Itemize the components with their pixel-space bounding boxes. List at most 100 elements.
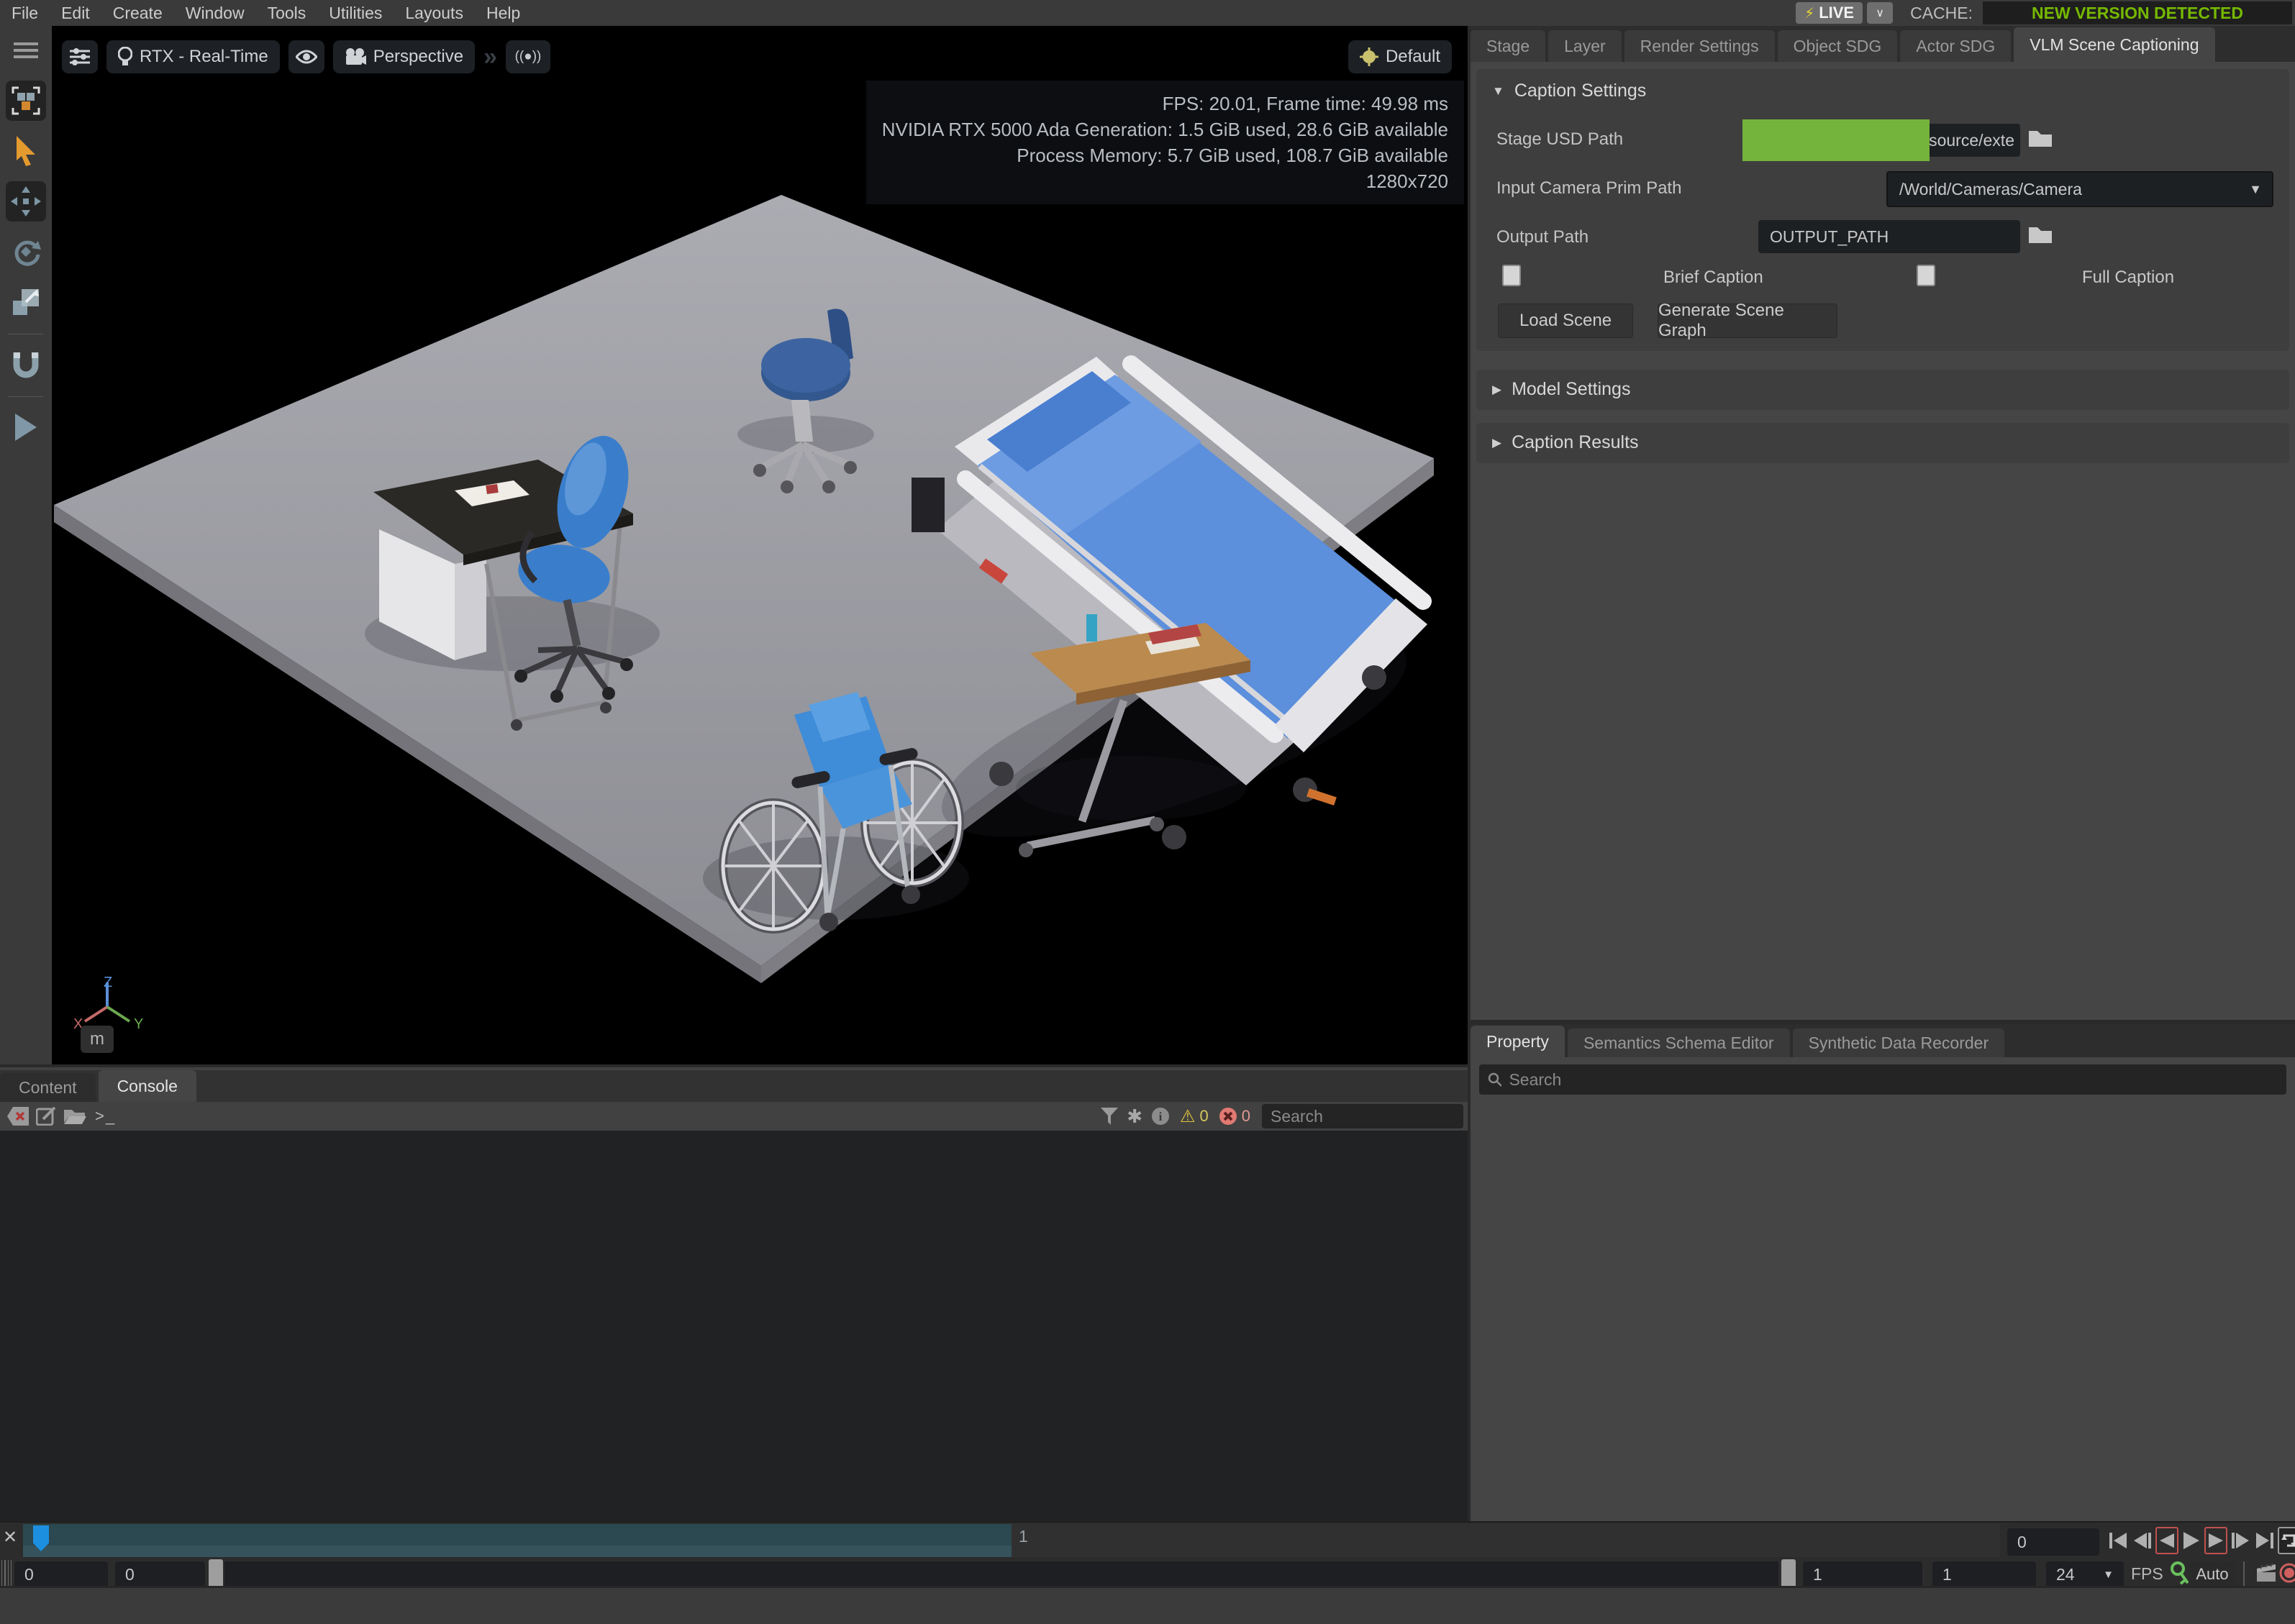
- eye-icon: [296, 50, 317, 64]
- console-output[interactable]: [0, 1131, 1468, 1521]
- open-log-folder-button[interactable]: [63, 1107, 86, 1126]
- menu-layouts[interactable]: Layouts: [394, 4, 475, 23]
- range-end-field[interactable]: 1: [1932, 1561, 2036, 1587]
- menu-create[interactable]: Create: [101, 4, 174, 23]
- range-slider-left-handle[interactable]: [209, 1559, 223, 1589]
- tab-stage[interactable]: Stage: [1471, 30, 1545, 62]
- caption-settings-header[interactable]: ▼ Caption Settings: [1476, 69, 2289, 101]
- dropdown-arrow-icon: ▼: [2103, 1569, 2114, 1581]
- live-sync-button[interactable]: ⚡ LIVE: [1796, 2, 1863, 24]
- stats-memory: Process Memory: 5.7 GiB used, 108.7 GiB …: [882, 142, 1448, 168]
- stage-usd-path-value: /source/exte: [1924, 131, 2014, 150]
- property-search-input[interactable]: [1509, 1070, 2278, 1090]
- brief-caption-label: Brief Caption: [1663, 268, 1763, 288]
- playback-end-field[interactable]: 1: [1803, 1561, 1922, 1587]
- timeline-close-button[interactable]: ✕: [3, 1527, 17, 1548]
- toolbar-overflow-chevron[interactable]: »: [483, 43, 497, 71]
- brief-caption-checkbox[interactable]: [1502, 265, 1521, 286]
- rotate-tool-button[interactable]: [6, 232, 46, 272]
- renderer-selector[interactable]: RTX - Real-Time: [106, 40, 280, 73]
- camera-selector[interactable]: Perspective: [333, 40, 475, 73]
- tab-synthetic-data-recorder[interactable]: Synthetic Data Recorder: [1793, 1028, 2005, 1057]
- capture-signal-button[interactable]: ((●)): [506, 40, 550, 73]
- tab-semantics-schema-editor[interactable]: Semantics Schema Editor: [1568, 1028, 1790, 1057]
- console-search[interactable]: [1262, 1104, 1463, 1128]
- menu-tools[interactable]: Tools: [256, 4, 318, 23]
- verbose-filter-icon[interactable]: ✱: [1127, 1105, 1142, 1128]
- console-search-input[interactable]: [1271, 1107, 1455, 1126]
- clear-console-button[interactable]: [7, 1107, 29, 1126]
- visibility-button[interactable]: [288, 40, 324, 73]
- record-button[interactable]: [2279, 1563, 2295, 1583]
- loop-playback-button[interactable]: [2278, 1527, 2295, 1554]
- output-path-field[interactable]: OUTPUT_PATH: [1758, 220, 2020, 253]
- tab-console[interactable]: Console: [99, 1070, 196, 1102]
- go-to-start-button[interactable]: [2107, 1527, 2130, 1554]
- prev-frame-button[interactable]: [2131, 1527, 2154, 1554]
- snap-tool-button[interactable]: [6, 345, 46, 385]
- tab-vlm-scene-captioning[interactable]: VLM Scene Captioning: [2014, 27, 2214, 62]
- error-filter-icon[interactable]: [1219, 1107, 1237, 1126]
- go-to-end-button[interactable]: [2253, 1527, 2276, 1554]
- lighting-mode-selector[interactable]: Default: [1348, 40, 1452, 73]
- timeline-track[interactable]: 1: [23, 1524, 2000, 1557]
- sun-icon: [1360, 47, 1378, 66]
- model-settings-section[interactable]: ▶ Model Settings: [1476, 370, 2289, 410]
- toolbar-menu-icon[interactable]: [6, 30, 46, 70]
- menu-edit[interactable]: Edit: [50, 4, 101, 23]
- tab-render-settings[interactable]: Render Settings: [1624, 30, 1775, 62]
- menu-window[interactable]: Window: [174, 4, 256, 23]
- viewport[interactable]: RTX - Real-Time Perspective » ((●)) Defa…: [52, 26, 1468, 1064]
- next-keyframe-button[interactable]: [2204, 1527, 2227, 1554]
- tab-actor-sdg[interactable]: Actor SDG: [1900, 30, 2011, 62]
- range-slider-track[interactable]: [224, 1561, 1778, 1587]
- output-path-folder-icon[interactable]: [2027, 223, 2053, 245]
- auto-key-icon[interactable]: [2169, 1561, 2191, 1586]
- tab-object-sdg[interactable]: Object SDG: [1778, 30, 1898, 62]
- stage-usd-path-selection-highlight: [1742, 119, 1930, 161]
- menu-bar: File Edit Create Window Tools Utilities …: [0, 0, 2295, 26]
- menu-utilities[interactable]: Utilities: [317, 4, 394, 23]
- full-caption-checkbox[interactable]: [1917, 265, 1935, 286]
- unit-badge[interactable]: m: [81, 1026, 114, 1053]
- load-scene-button[interactable]: Load Scene: [1498, 304, 1633, 338]
- stage-usd-path-folder-icon[interactable]: [2027, 127, 2053, 148]
- menu-file[interactable]: File: [0, 4, 50, 23]
- property-search[interactable]: [1479, 1064, 2286, 1095]
- left-toolbar: [0, 26, 52, 1064]
- play-button[interactable]: [6, 407, 46, 447]
- viewport-settings-button[interactable]: [62, 40, 98, 73]
- auto-mode-button[interactable]: Auto: [2189, 1561, 2236, 1587]
- terminal-prompt-icon[interactable]: >_: [95, 1107, 116, 1126]
- tab-layer[interactable]: Layer: [1548, 30, 1622, 62]
- selection-mode-button[interactable]: [6, 81, 46, 121]
- playback-start-field[interactable]: 0: [115, 1561, 205, 1587]
- range-start-field[interactable]: 0: [14, 1561, 108, 1587]
- live-dropdown-button[interactable]: ∨: [1867, 2, 1893, 24]
- render-stats-overlay: FPS: 20.01, Frame time: 49.98 ms NVIDIA …: [866, 81, 1464, 204]
- prev-keyframe-button[interactable]: [2155, 1527, 2178, 1554]
- dropdown-arrow-icon: ▼: [2249, 182, 2262, 197]
- tab-content[interactable]: Content: [0, 1073, 96, 1102]
- current-frame-field[interactable]: 0: [2007, 1528, 2099, 1556]
- info-filter-icon[interactable]: i: [1151, 1107, 1170, 1126]
- scale-tool-button[interactable]: [6, 282, 46, 322]
- input-camera-dropdown[interactable]: /World/Cameras/Camera ▼: [1886, 171, 2273, 207]
- fps-dropdown[interactable]: 24 ▼: [2046, 1561, 2124, 1587]
- play-forward-button[interactable]: [2180, 1527, 2203, 1554]
- filter-icon[interactable]: [1101, 1108, 1118, 1125]
- tab-property[interactable]: Property: [1471, 1026, 1565, 1057]
- generate-scene-graph-button[interactable]: Generate Scene Graph: [1658, 304, 1837, 338]
- clapperboard-icon[interactable]: [2256, 1563, 2276, 1583]
- menu-help[interactable]: Help: [475, 4, 532, 23]
- warning-filter-icon[interactable]: ⚠: [1180, 1106, 1196, 1127]
- range-slider-right-handle[interactable]: [1781, 1559, 1796, 1589]
- caption-results-section[interactable]: ▶ Caption Results: [1476, 423, 2289, 463]
- select-tool-button[interactable]: [6, 131, 46, 171]
- next-frame-button[interactable]: [2229, 1527, 2252, 1554]
- property-tab-bar: Property Semantics Schema Editor Synthet…: [1471, 1024, 2295, 1057]
- move-tool-button[interactable]: [6, 181, 46, 222]
- timeline-grip[interactable]: [1, 1560, 12, 1586]
- edit-script-button[interactable]: [36, 1107, 56, 1126]
- renderer-label: RTX - Real-Time: [140, 47, 268, 67]
